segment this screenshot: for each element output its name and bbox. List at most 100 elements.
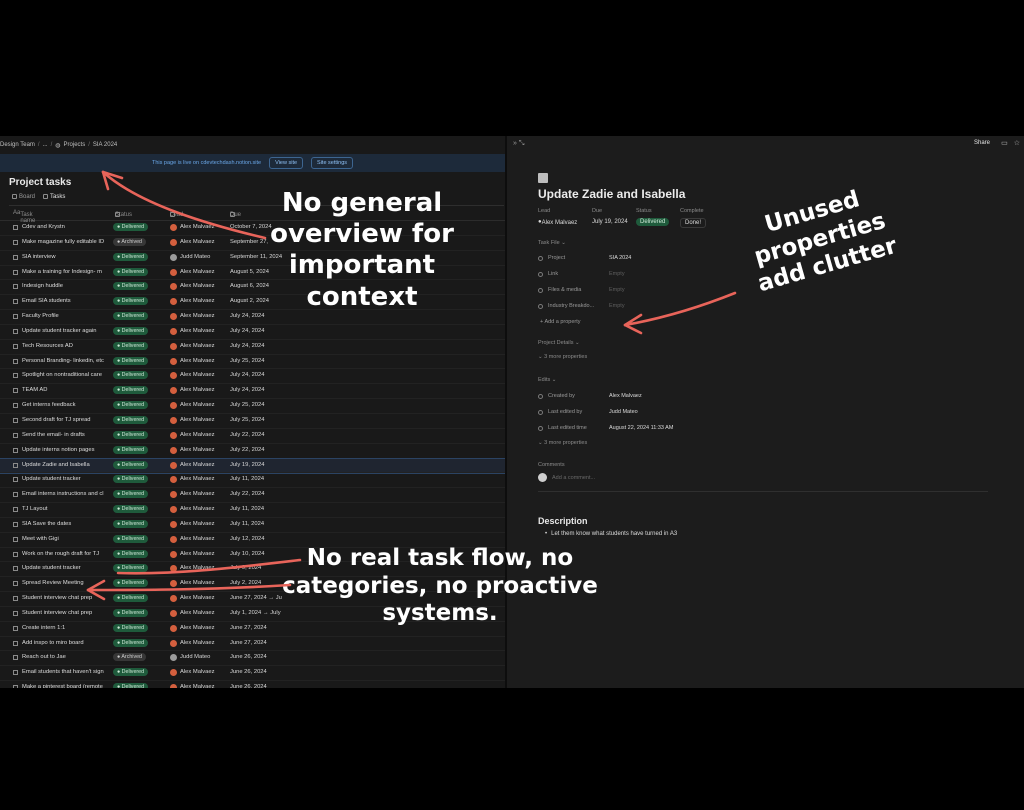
lead-cell[interactable]: Alex Malvaez	[180, 669, 214, 675]
lead-cell[interactable]: Alex Malvaez	[180, 536, 214, 542]
task-name[interactable]: Personal Branding- linkedin, etc	[22, 358, 110, 364]
table-row[interactable]: Spotlight on nontraditional care ● Delive…	[0, 369, 505, 385]
lead-cell[interactable]: Judd Mateo	[180, 254, 210, 260]
status-badge[interactable]: ● Archived	[113, 237, 146, 246]
lead-cell[interactable]: Alex Malvaez	[180, 551, 214, 557]
status-badge[interactable]: ● Delivered	[113, 534, 149, 543]
status-badge[interactable]: ● Delivered	[113, 326, 149, 335]
task-name[interactable]: Make a pinterest board (remote	[22, 684, 110, 688]
task-name[interactable]: TEAM AD	[22, 387, 110, 393]
lead-cell[interactable]: Alex Malvaez	[180, 580, 214, 586]
status-badge[interactable]: ● Delivered	[113, 252, 149, 261]
task-name[interactable]: Update interns notion pages	[22, 447, 110, 453]
due-cell[interactable]: July 24, 2024	[230, 387, 264, 393]
table-row[interactable]: Add inspo to miro board ● Delivered Alex M…	[0, 637, 505, 652]
table-row[interactable]: Send the email- in drafts ● Delivered Alex…	[0, 429, 505, 444]
lead-cell[interactable]: Alex Malvaez	[180, 610, 214, 616]
due-cell[interactable]: June 27, 2024	[230, 640, 267, 646]
due-cell[interactable]: July 11, 2024	[230, 476, 264, 482]
breadcrumb-item[interactable]: ...	[43, 142, 48, 148]
breadcrumb-item[interactable]: Projects	[64, 142, 86, 148]
task-name[interactable]: Indesign huddle	[22, 283, 110, 289]
status-badge[interactable]: ● Delivered	[113, 356, 149, 365]
task-name[interactable]: Add inspo to miro board	[22, 640, 110, 646]
status-badge[interactable]: ● Delivered	[113, 267, 149, 276]
due-cell[interactable]: June 26, 2024	[230, 684, 267, 688]
due-cell[interactable]: July 9, 2024	[230, 565, 261, 571]
task-name[interactable]: Update student tracker	[22, 476, 110, 482]
due-cell[interactable]: July 22, 2024	[230, 491, 264, 497]
due-cell[interactable]: June 27, 2024	[230, 625, 267, 631]
lead-cell[interactable]: Alex Malvaez	[180, 313, 214, 319]
status-badge[interactable]: ● Delivered	[113, 608, 149, 617]
expand-icon[interactable]: » ⤡	[513, 140, 524, 148]
table-row[interactable]: Email students that haven't sign ● Delive…	[0, 666, 505, 682]
table-row[interactable]: Update student tracker ● Delivered Alex Ma…	[0, 473, 505, 489]
status-badge[interactable]: ● Delivered	[113, 638, 149, 647]
task-name[interactable]: Get interns feedback	[22, 402, 110, 408]
due-value[interactable]: July 19, 2024	[592, 219, 628, 225]
table-row[interactable]: SIA Save the dates ● Delivered Alex Malvae…	[0, 518, 505, 533]
due-cell[interactable]: July 22, 2024	[230, 432, 264, 438]
status-badge[interactable]: ● Delivered	[113, 312, 149, 321]
status-badge[interactable]: ● Delivered	[113, 490, 149, 499]
lead-cell[interactable]: Alex Malvaez	[180, 372, 214, 378]
table-row[interactable]: Get interns feedback ● Delivered Alex Malv…	[0, 399, 505, 414]
lead-cell[interactable]: Alex Malvaez	[180, 476, 214, 482]
lead-cell[interactable]: Alex Malvaez	[180, 521, 214, 527]
table-row[interactable]: Update student tracker again ● Delivered A…	[0, 325, 505, 340]
status-badge[interactable]: ● Delivered	[113, 341, 149, 350]
task-name[interactable]: Create intern 1:1	[22, 625, 110, 631]
status-badge[interactable]: ● Delivered	[113, 668, 149, 677]
due-cell[interactable]: July 24, 2024	[230, 343, 264, 349]
task-name[interactable]: Spotlight on nontraditional care	[22, 372, 110, 378]
lead-cell[interactable]: Alex Malvaez	[180, 358, 214, 364]
status-badge[interactable]: ● Delivered	[113, 223, 149, 231]
add-property-button[interactable]: + Add a property	[538, 318, 838, 328]
due-cell[interactable]: June 26, 2024	[230, 654, 267, 660]
lead-cell[interactable]: Alex Malvaez	[180, 595, 214, 601]
lead-cell[interactable]: Judd Mateo	[180, 654, 210, 660]
lead-cell[interactable]: Alex Malvaez	[180, 387, 214, 393]
status-badge[interactable]: ● Delivered	[113, 564, 149, 573]
lead-cell[interactable]: Alex Malvaez	[180, 343, 214, 349]
lead-cell[interactable]: Alex Malvaez	[180, 269, 214, 275]
status-badge[interactable]: ● Delivered	[113, 386, 149, 395]
status-badge[interactable]: ● Delivered	[113, 445, 149, 454]
task-name[interactable]: Update student tracker again	[22, 328, 110, 334]
status-badge[interactable]: ● Delivered	[113, 401, 149, 410]
task-title[interactable]: Update Zadie and Isabella	[538, 187, 685, 201]
status-badge[interactable]: ● Delivered	[113, 505, 149, 514]
description-bullet[interactable]: Let them know what students have turned …	[545, 531, 677, 537]
lead-cell[interactable]: Alex Malvaez	[180, 298, 214, 304]
task-name[interactable]: Send the email- in drafts	[22, 432, 110, 438]
star-icon[interactable]: ☆	[1014, 139, 1020, 147]
table-row[interactable]: Email interns instructions and cl ● Deliv…	[0, 488, 505, 504]
task-name[interactable]: Cdev and Krystn	[22, 224, 110, 230]
lead-cell[interactable]: Alex Malvaez	[180, 625, 214, 631]
due-cell[interactable]: July 11, 2024	[230, 521, 264, 527]
table-row[interactable]: TEAM AD ● Delivered Alex Malvaez July 24, 2…	[0, 384, 505, 400]
due-cell[interactable]: July 25, 2024	[230, 417, 264, 423]
task-name[interactable]: Make a training for Indesign- m	[22, 269, 110, 275]
breadcrumb-item[interactable]: Design Team	[0, 142, 35, 148]
due-cell[interactable]: July 22, 2024	[230, 447, 264, 453]
lead-cell[interactable]: Alex Malvaez	[180, 283, 214, 289]
due-cell[interactable]: July 19, 2024	[230, 462, 264, 468]
status-badge[interactable]: ● Delivered	[113, 579, 149, 588]
task-name[interactable]: Update student tracker	[22, 565, 110, 571]
task-name[interactable]: Email students that haven't sign	[22, 669, 110, 675]
table-row[interactable]: Make a pinterest board (remote ● Delivere…	[0, 681, 505, 688]
due-cell[interactable]: July 24, 2024	[230, 313, 264, 319]
status-badge[interactable]: ● Delivered	[113, 623, 149, 632]
comment-icon[interactable]: ▭	[1001, 139, 1008, 147]
lead-cell[interactable]: Alex Malvaez	[180, 432, 214, 438]
due-cell[interactable]: July 10, 2024	[230, 551, 264, 557]
comment-input[interactable]: Add a comment...	[552, 475, 595, 481]
property-last-edited-by[interactable]: Last edited by Judd Mateo	[538, 408, 838, 418]
task-name[interactable]: Second draft for TJ spread	[22, 417, 110, 423]
task-name[interactable]: Tech Resources AD	[22, 343, 110, 349]
status-badge[interactable]: ● Delivered	[113, 549, 149, 558]
due-cell[interactable]: July 25, 2024	[230, 402, 264, 408]
column-header-task[interactable]: Aa Task name	[13, 210, 35, 224]
